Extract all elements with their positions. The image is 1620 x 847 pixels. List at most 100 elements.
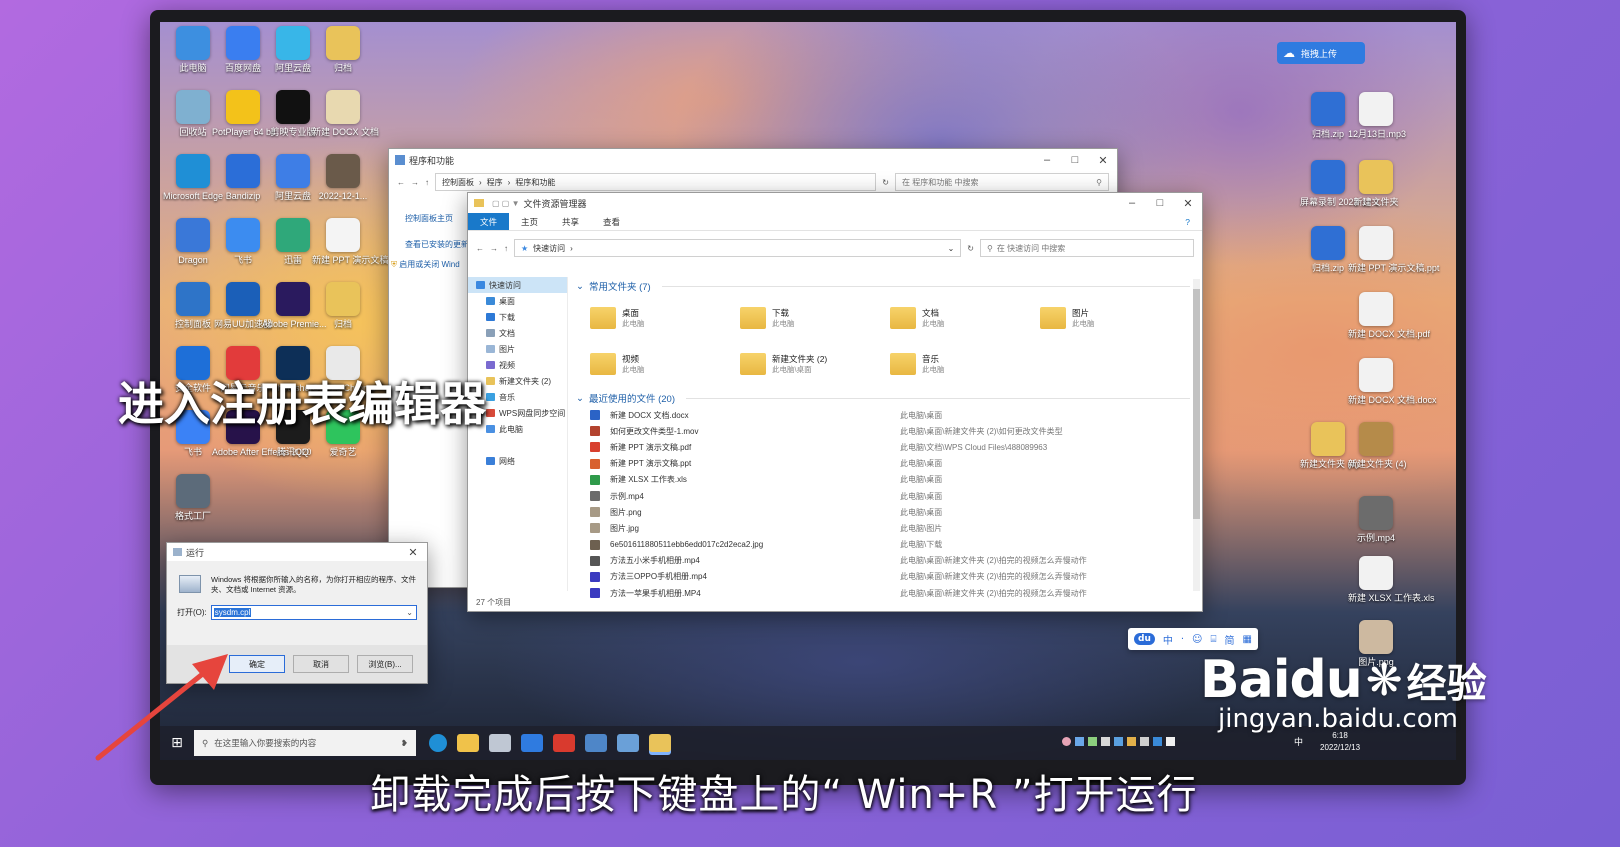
desktop-icon[interactable]: 格式工厂 xyxy=(162,474,224,536)
recent-file-row[interactable]: 方法三OPPO手机相册.mp4 此电脑\桌面\新建文件夹 (2)\拍完的视频怎么弄… xyxy=(572,569,1190,585)
forward-arrow-icon[interactable]: → xyxy=(490,244,498,253)
folder-tile[interactable]: 文档 此电脑 xyxy=(890,299,1040,337)
desktop-icon[interactable]: 新建 XLSX 工作表.xls xyxy=(1348,556,1435,618)
desktop-icon[interactable]: 2022-12-1... xyxy=(312,154,374,216)
cp-features-link[interactable]: ⛨ 启用或关闭 Wind xyxy=(391,255,469,275)
nav-item[interactable]: 快速访问 xyxy=(468,277,567,293)
recent-file-row[interactable]: 图片.png 此电脑\桌面 xyxy=(572,504,1190,520)
vertical-scrollbar[interactable] xyxy=(1193,279,1200,591)
crumb-1[interactable]: 控制面板 xyxy=(442,177,474,188)
nav-item[interactable] xyxy=(468,437,567,453)
explorer-search-box[interactable]: ⚲ 在 快速访问 中搜索 xyxy=(980,239,1194,257)
tab-home[interactable]: 主页 xyxy=(509,213,550,230)
close-button[interactable]: ✕ xyxy=(399,546,427,559)
ime-option[interactable]: ⌸ xyxy=(1210,634,1216,645)
nav-item[interactable]: 下载 xyxy=(468,309,567,325)
cp-search-box[interactable]: 在 程序和功能 中搜索 ⚲ xyxy=(895,173,1109,191)
maximize-button[interactable]: □ xyxy=(1061,154,1089,166)
ime-indicator[interactable]: 中 xyxy=(1294,735,1303,748)
refresh-icon[interactable]: ↻ xyxy=(882,178,889,187)
recent-file-row[interactable]: 新建 PPT 演示文稿.ppt 此电脑\桌面 xyxy=(572,456,1190,472)
desktop-icon[interactable]: 新建 DOCX 文档 xyxy=(312,90,379,152)
recent-file-row[interactable]: 6e501611880511ebb6edd017c2d2eca2.jpg 此电脑\… xyxy=(572,537,1190,553)
desktop-icon[interactable]: 新建 PPT 演示文稿.ppt xyxy=(1348,226,1439,288)
run-input[interactable]: sysdm.cpl ⌄ xyxy=(210,605,417,620)
nav-item[interactable]: 图片 xyxy=(468,341,567,357)
recent-file-row[interactable]: 示例.mp4 此电脑\桌面 xyxy=(572,488,1190,504)
tab-file[interactable]: 文件 xyxy=(468,213,510,230)
recent-header[interactable]: ⌄ 最近使用的文件 (20) xyxy=(572,389,1190,407)
ime-option[interactable]: · xyxy=(1181,634,1184,645)
up-arrow-icon[interactable]: ↑ xyxy=(504,244,508,253)
ime-option[interactable]: 中 xyxy=(1163,632,1173,647)
back-arrow-icon[interactable]: ← xyxy=(476,244,484,253)
desktop-icon[interactable]: 新建 DOCX 文档.docx xyxy=(1348,358,1437,420)
cp-address-bar[interactable]: 控制面板 › 程序 › 程序和功能 xyxy=(435,173,877,191)
ime-option[interactable]: ☺ xyxy=(1192,634,1202,645)
explorer-window[interactable]: ▢ ▢ ▼ 文件资源管理器 – □ ✕ 文件 主页 共享 查看 ? ← → ↑ … xyxy=(467,192,1203,612)
system-tray[interactable] xyxy=(1062,737,1175,746)
nav-item[interactable]: 文档 xyxy=(468,325,567,341)
ime-toolbar[interactable]: du 中 · ☺ ⌸ 简 ▦ xyxy=(1128,628,1258,650)
recent-file-row[interactable]: 如何更改文件类型-1.mov 此电脑\桌面\新建文件夹 (2)\如何更改文件类型 xyxy=(572,423,1190,439)
frequent-header[interactable]: ⌄ 常用文件夹 (7) xyxy=(572,277,1190,295)
chevron-down-icon[interactable]: ⌄ xyxy=(948,244,955,253)
back-arrow-icon[interactable]: ← xyxy=(397,178,405,187)
nav-item[interactable]: 网络 xyxy=(468,453,567,469)
desktop-icon[interactable]: 示例.mp4 xyxy=(1348,496,1404,558)
desktop-icon[interactable]: 归档 xyxy=(312,26,374,88)
app-taskbar-icon[interactable] xyxy=(617,734,639,752)
explorer-address-bar[interactable]: ★ 快速访问 › ⌄ xyxy=(514,239,962,257)
recent-file-row[interactable]: 新建 DOCX 文档.docx 此电脑\桌面 xyxy=(572,407,1190,423)
folder-tile[interactable]: 图片 此电脑 xyxy=(1040,299,1190,337)
run-titlebar[interactable]: 运行 ✕ xyxy=(167,543,427,561)
ime-option[interactable]: ▦ xyxy=(1242,634,1251,645)
explorer-titlebar[interactable]: ▢ ▢ ▼ 文件资源管理器 – □ ✕ xyxy=(468,193,1202,213)
folder-tile[interactable]: 桌面 此电脑 xyxy=(590,299,740,337)
crumb-3[interactable]: 程序和功能 xyxy=(515,177,555,188)
desktop-icon[interactable]: 新建 DOCX 文档.pdf xyxy=(1348,292,1430,354)
tab-view[interactable]: 查看 xyxy=(591,213,632,230)
quick-access-toolbar-icon[interactable]: ▢ ▢ ▼ xyxy=(492,199,519,208)
folder-tile[interactable]: 新建文件夹 (2) 此电脑\桌面 xyxy=(740,345,890,383)
cp-updates-link[interactable]: 查看已安装的更新 xyxy=(405,235,469,255)
close-button[interactable]: ✕ xyxy=(1174,197,1202,210)
recent-file-row[interactable]: 方法五小米手机相册.mp4 此电脑\桌面\新建文件夹 (2)\拍完的视频怎么弄慢动… xyxy=(572,553,1190,569)
qq-taskbar-icon[interactable] xyxy=(489,734,511,752)
explorer-taskbar-icon[interactable] xyxy=(649,734,671,752)
cp-home-link[interactable]: 控制面板主页 xyxy=(405,209,469,229)
maximize-button[interactable]: □ xyxy=(1146,197,1174,209)
folder-tile[interactable]: 视频 此电脑 xyxy=(590,345,740,383)
desktop-icon[interactable]: 新建 PPT 演示文稿.pdf xyxy=(312,218,403,280)
recent-file-row[interactable]: 图片.jpg 此电脑\图片 xyxy=(572,520,1190,536)
cancel-button[interactable]: 取消 xyxy=(293,655,349,673)
monitor-taskbar-icon[interactable] xyxy=(585,734,607,752)
ime-option[interactable]: 简 xyxy=(1224,632,1234,647)
help-icon[interactable]: ? xyxy=(1173,213,1202,230)
explorer-crumb[interactable]: 快速访问 xyxy=(533,243,565,254)
desktop-icon[interactable]: 12月13日.mp3 xyxy=(1348,92,1406,154)
desktop-icon[interactable]: 归档 xyxy=(312,282,374,344)
recent-file-row[interactable]: 新建 XLSX 工作表.xls 此电脑\桌面 xyxy=(572,472,1190,488)
notes-taskbar-icon[interactable] xyxy=(457,734,479,752)
minimize-button[interactable]: – xyxy=(1118,197,1146,209)
tab-share[interactable]: 共享 xyxy=(550,213,591,230)
edge-taskbar-icon[interactable] xyxy=(429,734,447,752)
minimize-button[interactable]: – xyxy=(1033,154,1061,166)
recent-file-row[interactable]: 新建 PPT 演示文稿.pdf 此电脑\文档\WPS Cloud Files\48… xyxy=(572,439,1190,455)
nav-item[interactable]: 桌面 xyxy=(468,293,567,309)
desktop-icon[interactable]: 新建文件夹 (4) xyxy=(1348,422,1407,484)
chevron-down-icon[interactable]: ⌄ xyxy=(406,608,416,617)
refresh-icon[interactable]: ↻ xyxy=(967,244,974,253)
close-button[interactable]: ✕ xyxy=(1089,154,1117,167)
upload-button[interactable]: ☁ 拖拽上传 xyxy=(1277,42,1365,64)
cp-titlebar[interactable]: 程序和功能 – □ ✕ xyxy=(389,149,1117,171)
folder-tile[interactable]: 音乐 此电脑 xyxy=(890,345,1040,383)
up-arrow-icon[interactable]: ↑ xyxy=(425,178,429,187)
browse-button[interactable]: 浏览(B)... xyxy=(357,655,413,673)
crumb-2[interactable]: 程序 xyxy=(487,177,503,188)
wps-taskbar-icon[interactable] xyxy=(553,734,575,752)
desktop-icon[interactable]: 新建文件夹 xyxy=(1348,160,1404,222)
feishu-taskbar-icon[interactable] xyxy=(521,734,543,752)
forward-arrow-icon[interactable]: → xyxy=(411,178,419,187)
